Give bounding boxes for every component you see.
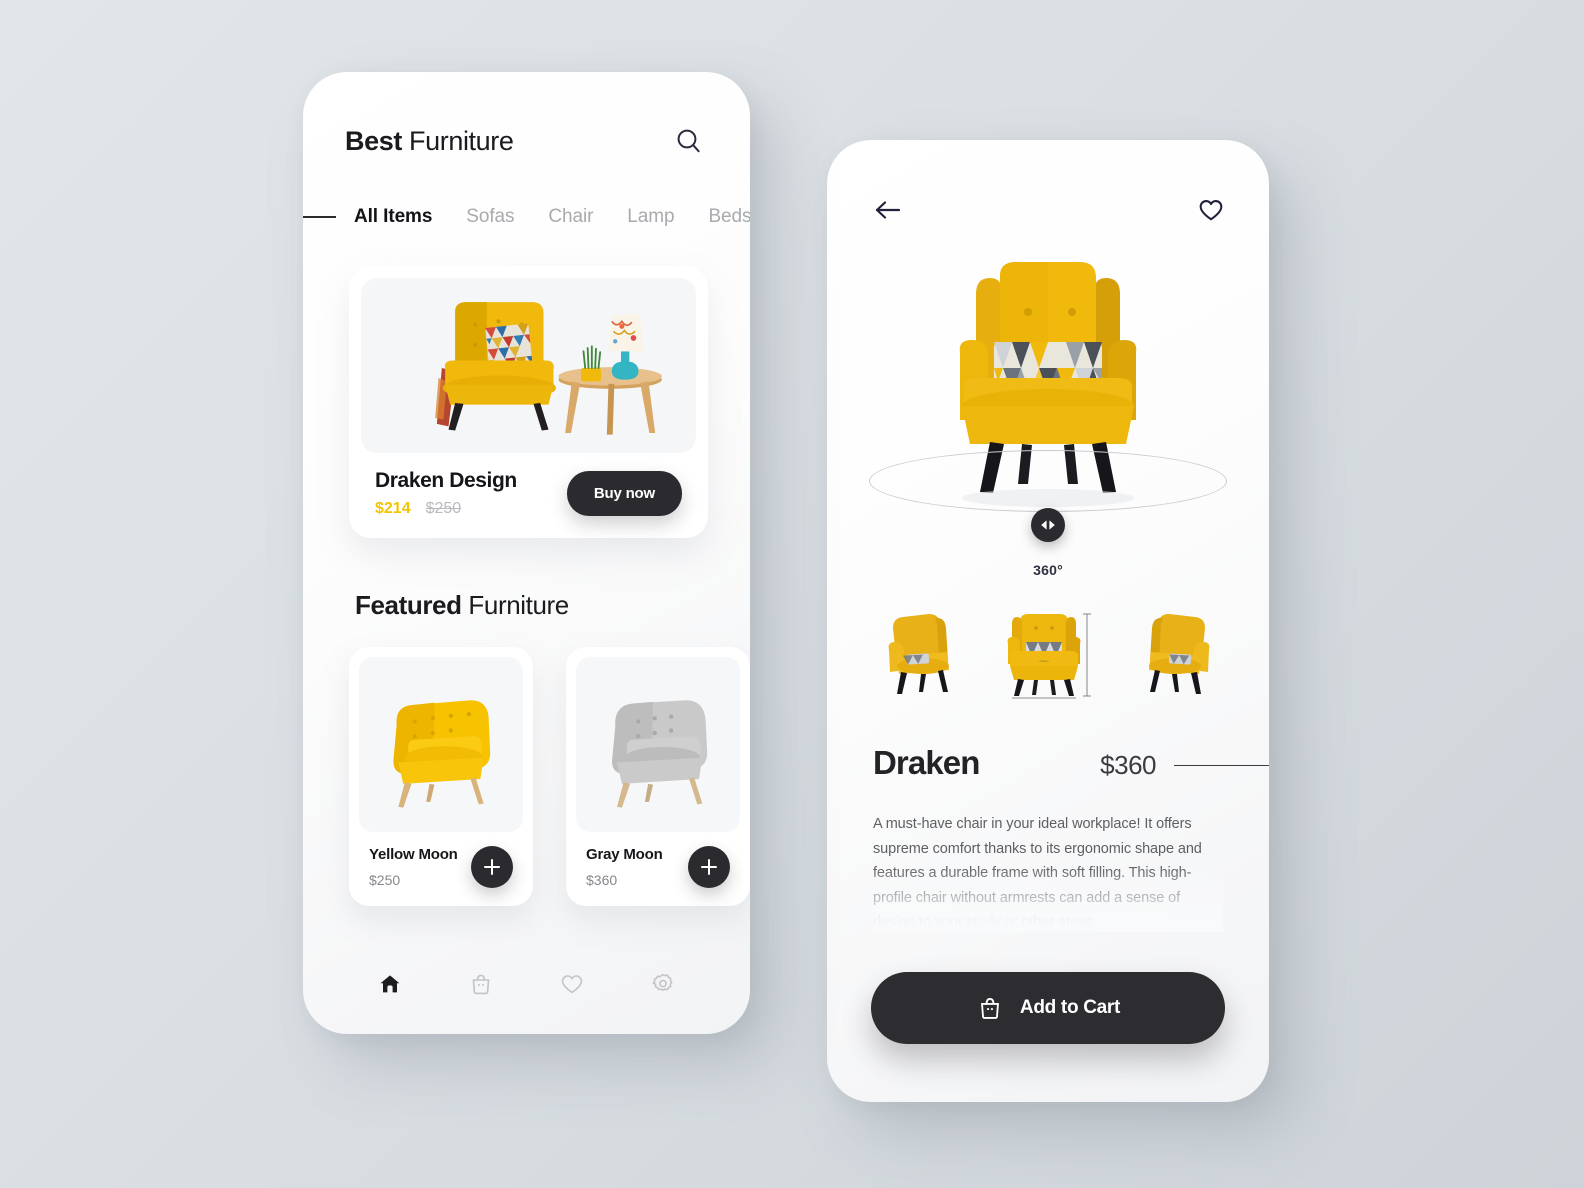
- chair-left-image: [888, 614, 949, 694]
- featured-image-yellow-moon: [359, 657, 523, 832]
- bag-icon: [980, 998, 999, 1019]
- featured-title-bold: Featured: [355, 590, 462, 620]
- chair-front-dimensions-image: draken: [1007, 613, 1091, 699]
- tab-sofas[interactable]: Sofas: [466, 206, 514, 228]
- hero-card-meta: Draken Design $214 $250 Buy now: [361, 453, 696, 538]
- add-to-cart-label: Add to Cart: [1019, 997, 1121, 1018]
- nav-favorites[interactable]: [552, 964, 592, 1004]
- hero-price-row: $214 $250: [375, 500, 517, 518]
- product-description: A must-have chair in your ideal workplac…: [873, 816, 1202, 930]
- thumbnail-view-front-dimensions[interactable]: draken: [994, 604, 1104, 700]
- featured-section-title: Featured Furniture: [355, 590, 750, 621]
- phone-detail-screen: 360° draken Draken $360 A must-have chai…: [827, 140, 1269, 1102]
- buy-now-button[interactable]: Buy now: [566, 471, 682, 516]
- hero-price-original: $250: [425, 500, 462, 517]
- hero-product-image: [361, 278, 696, 453]
- featured-price-yellow-moon: $250: [369, 872, 401, 888]
- search-icon[interactable]: [672, 124, 706, 158]
- app-title-rest: Furniture: [401, 125, 514, 156]
- svg-text:draken: draken: [1039, 659, 1049, 663]
- featured-meta-yellow-moon: Yellow Moon $250: [359, 832, 523, 906]
- rotation-platform: [869, 450, 1227, 512]
- hero-product-name: Draken Design: [375, 469, 517, 492]
- product-thumbnails: draken: [871, 604, 1227, 700]
- rotate-360-button[interactable]: [1031, 508, 1065, 542]
- featured-meta-gray-moon: Gray Moon $360: [576, 832, 740, 906]
- favorite-button[interactable]: [1197, 196, 1225, 224]
- featured-card-gray-moon[interactable]: Gray Moon $360: [566, 647, 750, 906]
- featured-text-yellow-moon: Yellow Moon $250: [369, 846, 458, 888]
- hero-card-text: Draken Design $214 $250: [375, 469, 517, 518]
- gear-icon: [652, 973, 673, 991]
- app-header: Best Furniture: [303, 72, 750, 158]
- home-icon: [380, 975, 400, 993]
- tab-chair[interactable]: Chair: [548, 206, 593, 228]
- nav-home[interactable]: [370, 964, 410, 1004]
- tab-all-items[interactable]: All Items: [354, 206, 432, 228]
- product-description-wrap: A must-have chair in your ideal workplac…: [873, 812, 1223, 932]
- back-button[interactable]: [873, 198, 903, 222]
- arrow-left-icon: [875, 201, 901, 219]
- nav-settings[interactable]: [643, 964, 683, 1004]
- chair-right-image: [1149, 614, 1210, 694]
- bag-icon: [472, 974, 490, 995]
- detail-header: [827, 140, 1269, 224]
- bottom-navigation: [303, 964, 750, 1004]
- heart-icon: [561, 975, 583, 994]
- tab-lamp[interactable]: Lamp: [627, 206, 674, 228]
- nav-bag[interactable]: [461, 964, 501, 1004]
- featured-text-gray-moon: Gray Moon $360: [586, 846, 663, 888]
- plus-icon: [484, 859, 500, 875]
- phone-home-screen: Best Furniture All Items Sofas Chair Lam…: [303, 72, 750, 1034]
- featured-price-gray-moon: $360: [586, 872, 618, 888]
- add-to-cart-yellow-moon[interactable]: [471, 846, 513, 888]
- app-title: Best Furniture: [345, 125, 514, 157]
- active-tab-indicator: [303, 216, 336, 218]
- product-price: $360: [1100, 750, 1156, 780]
- hero-price-current: $214: [375, 500, 411, 517]
- featured-name-gray-moon: Gray Moon: [586, 846, 663, 863]
- featured-image-gray-moon: [576, 657, 740, 832]
- add-to-cart-gray-moon[interactable]: [688, 846, 730, 888]
- featured-list: Yellow Moon $250 Gray Moon $360: [349, 647, 750, 906]
- tab-beds[interactable]: Beds: [708, 206, 750, 228]
- price-underline-rule: [1174, 764, 1269, 767]
- product-name: Draken: [873, 744, 980, 781]
- thumbnail-view-left[interactable]: [871, 604, 981, 700]
- rotate-left-right-icon: [1041, 520, 1055, 530]
- rotation-degree-label: 360°: [1033, 562, 1063, 578]
- plus-icon: [701, 859, 717, 875]
- hero-product-card[interactable]: Draken Design $214 $250 Buy now: [349, 266, 708, 538]
- add-to-cart-button[interactable]: Add to Cart: [871, 972, 1225, 1044]
- product-title-row: Draken $360: [873, 744, 1269, 782]
- category-tabs: All Items Sofas Chair Lamp Beds: [303, 206, 750, 228]
- thumbnail-view-right[interactable]: [1117, 604, 1227, 700]
- featured-card-yellow-moon[interactable]: Yellow Moon $250: [349, 647, 533, 906]
- product-price-group: $360: [1100, 750, 1269, 781]
- heart-icon: [1199, 200, 1223, 221]
- app-title-bold: Best: [345, 125, 402, 156]
- product-3d-viewer[interactable]: 360°: [827, 230, 1269, 578]
- featured-name-yellow-moon: Yellow Moon: [369, 846, 458, 863]
- featured-title-rest: Furniture: [461, 590, 569, 620]
